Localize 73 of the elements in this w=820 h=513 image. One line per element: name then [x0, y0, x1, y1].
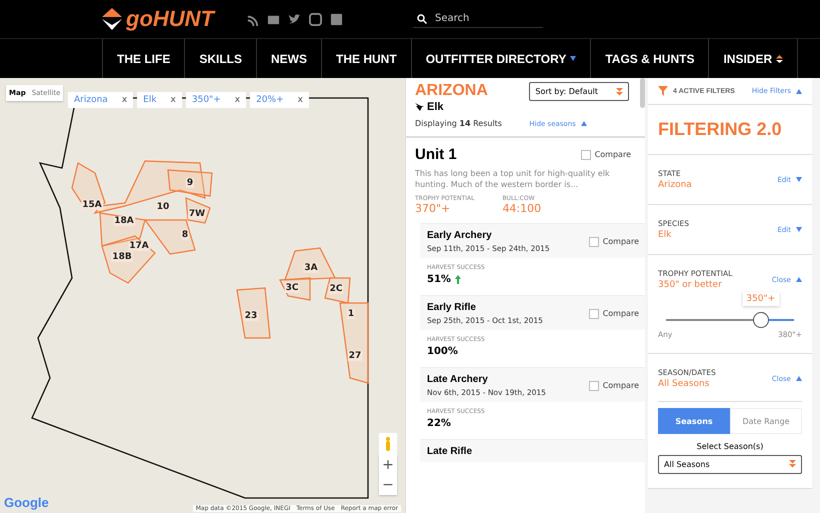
scrollbar-thumb[interactable]	[640, 78, 645, 108]
caret-up-icon	[796, 277, 802, 282]
logo[interactable]: goHUNT	[102, 6, 214, 32]
harvest-success-value: 51%	[427, 274, 451, 286]
unit-label[interactable]: 23	[244, 311, 258, 321]
unit-label[interactable]: 18B	[111, 252, 133, 262]
compare-checkbox[interactable]: Compare	[588, 236, 639, 247]
chip-label: Elk	[143, 95, 157, 105]
season-name: Late Rifle	[427, 446, 472, 458]
chip-label: Arizona	[74, 95, 108, 105]
compare-checkbox[interactable]: Compare	[580, 150, 631, 160]
filter-value: 350" or better	[658, 280, 723, 290]
unit-label[interactable]: 2C	[328, 284, 344, 294]
select-label: Select Season(s)	[696, 442, 764, 451]
season-mode-tab[interactable]: Seasons	[658, 408, 730, 434]
double-caret-icon	[616, 88, 623, 96]
sort-dropdown[interactable]: Sort by: Default	[529, 82, 629, 101]
filter-value: All Seasons	[658, 379, 710, 389]
double-caret-icon	[789, 460, 796, 468]
state-title: ARIZONA	[415, 82, 489, 100]
unit-label[interactable]: 7W	[188, 209, 206, 219]
unit-label[interactable]: 8	[180, 230, 190, 240]
caret-up-icon	[580, 121, 587, 126]
unit-title: Unit 1	[415, 146, 457, 163]
filters-title: FILTERING 2.0	[658, 118, 783, 141]
unit-label[interactable]: 3C	[284, 283, 300, 293]
unit-label[interactable]: 10	[156, 202, 170, 212]
remove-chip-button[interactable]: x	[170, 95, 176, 105]
season-name: Late Archery	[427, 374, 489, 386]
compare-checkbox[interactable]: Compare	[588, 308, 639, 319]
season-mode-tab[interactable]: Date Range	[730, 408, 802, 434]
unit-label[interactable]: 18A	[113, 216, 135, 226]
logo-mark-icon	[102, 8, 122, 30]
chip-label: 20%+	[256, 95, 284, 105]
slider-tooltip: 350"+	[742, 292, 780, 306]
filter-value: Arizona	[658, 180, 692, 190]
caret-down-icon	[570, 56, 576, 61]
search-icon	[416, 14, 427, 24]
unit-label[interactable]: 9	[186, 178, 194, 188]
remove-chip-button[interactable]: x	[298, 95, 303, 105]
caret-down-icon	[796, 177, 802, 182]
unit-label[interactable]: 3A	[303, 263, 319, 273]
unit-label[interactable]: 27	[348, 351, 362, 361]
stat-value: 44:100	[502, 202, 542, 216]
stat-value: 370"+	[415, 202, 452, 216]
search-field[interactable]: Search	[412, 10, 543, 28]
unit-description: This has long been a top unit for high-quality elk hunting. Much of the western border is...	[415, 168, 611, 190]
species-name: Elk	[427, 101, 444, 113]
unit-label[interactable]: 17A	[128, 241, 150, 251]
results-count: Displaying 14 Results	[415, 119, 503, 128]
unit-label[interactable]: 15A	[81, 200, 103, 210]
person-icon	[385, 437, 391, 451]
zoom-out-button[interactable]: −	[379, 475, 397, 495]
harvest-success-value: 100%	[427, 346, 458, 358]
chip-label: 350"+	[192, 95, 221, 105]
season-select[interactable]: All Seasons	[658, 455, 802, 474]
map-logo: Google	[4, 495, 49, 510]
slider-thumb[interactable]	[752, 312, 769, 328]
caret-up-icon	[796, 88, 802, 94]
remove-chip-button[interactable]: x	[122, 95, 128, 105]
harvest-success-value: 22%	[427, 418, 451, 430]
remove-chip-button[interactable]: x	[234, 95, 240, 105]
twitter-icon[interactable]	[288, 12, 301, 26]
zoom-in-button[interactable]: +	[379, 455, 397, 475]
insider-mark-icon	[776, 54, 784, 62]
funnel-icon	[658, 86, 668, 96]
caret-down-icon	[796, 227, 802, 232]
caret-up-icon	[796, 376, 802, 381]
filter-value: Elk	[658, 230, 672, 240]
compare-checkbox[interactable]: Compare	[588, 380, 639, 391]
season-name: Early Archery	[427, 230, 493, 242]
unit-label[interactable]: 1	[346, 309, 356, 319]
season-name: Early Rifle	[427, 302, 477, 314]
